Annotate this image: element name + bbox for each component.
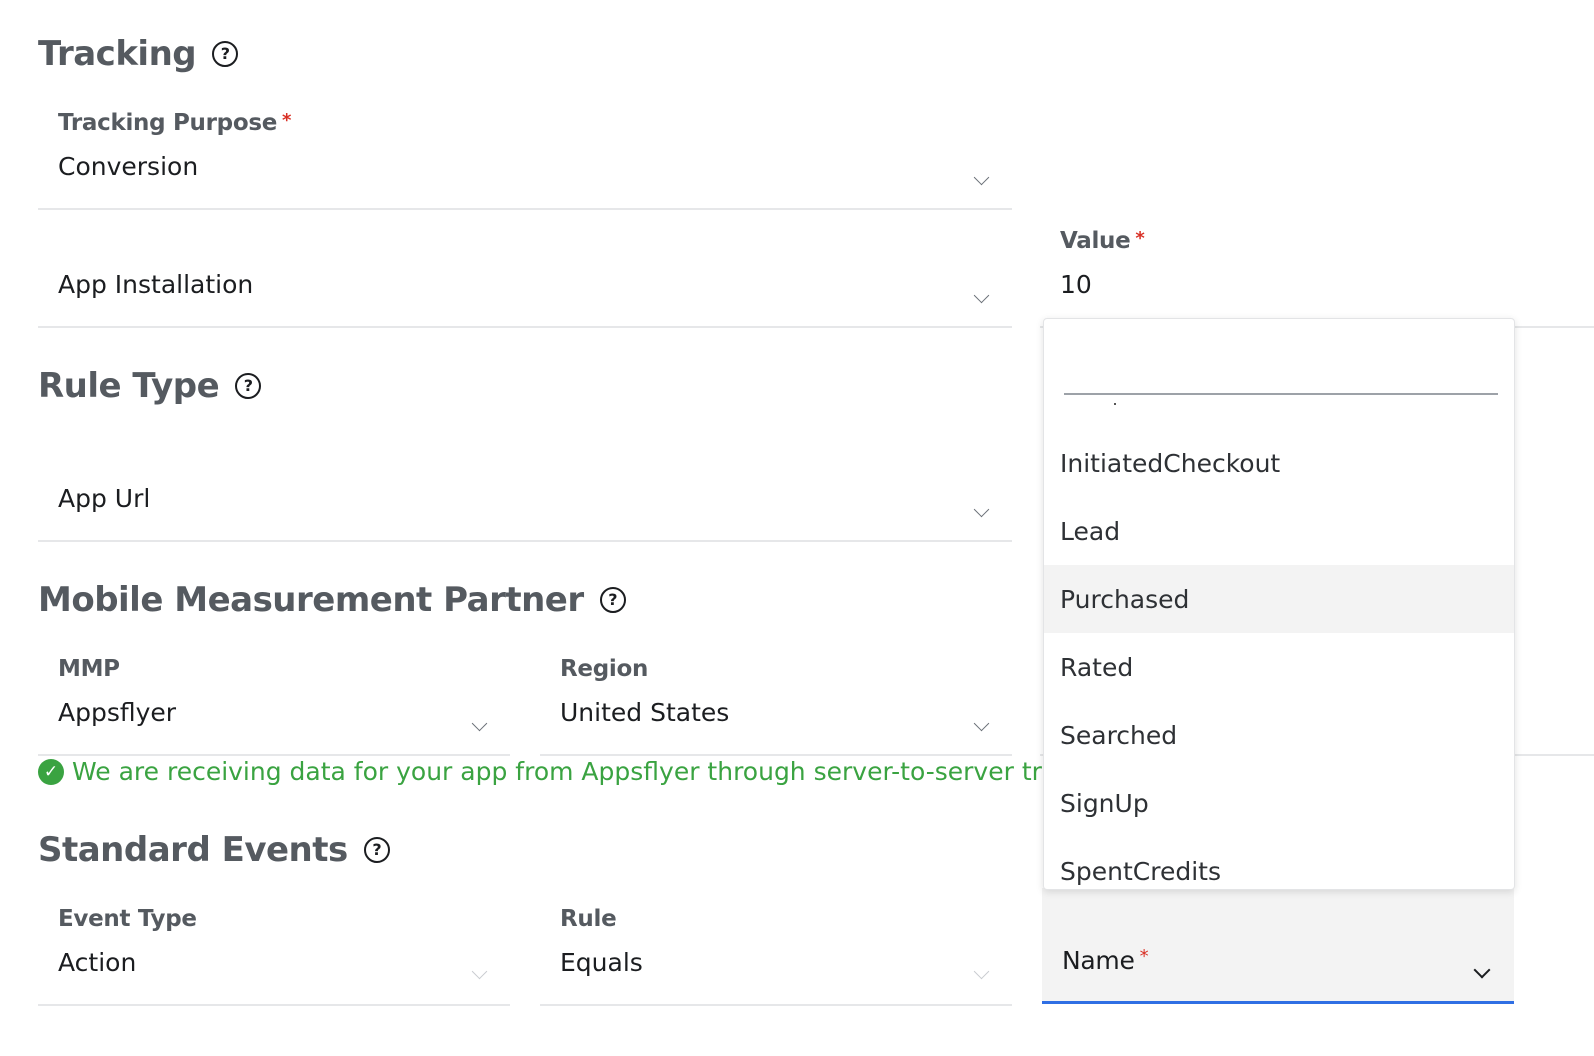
check-circle-icon: ✓ [38,758,64,785]
chevron-down-icon [973,287,990,304]
cursor-dot [1114,403,1116,405]
dropdown-option[interactable]: Searched [1044,701,1514,769]
dropdown-option[interactable]: SpentCredits [1044,837,1514,889]
event-type-label: Event Type [58,906,197,932]
region-value: United States [560,698,730,727]
name-label-text: Name [1062,946,1135,975]
chevron-down-icon [973,715,990,732]
dropdown-search-input[interactable] [1064,339,1498,395]
value-label: Value * [1060,228,1145,254]
success-message-text: We are receiving data for your app from … [72,757,1125,786]
name-dropdown-menu: InitiatedCheckout Lead Purchased Rated S… [1043,318,1515,890]
region-label: Region [560,656,649,682]
mmp-value: Appsflyer [58,698,177,727]
rule-type-value: App Url [58,484,151,513]
chevron-down-icon [973,501,990,518]
help-icon[interactable]: ? [212,41,239,67]
help-icon[interactable]: ? [599,587,626,613]
rule-type-select[interactable]: App Url [38,428,1012,542]
chevron-down-icon [471,715,488,732]
mmp-status-message: ✓ We are receiving data for your app fro… [38,757,1124,786]
mmp-label: MMP [58,656,120,682]
event-type-value: Action [58,948,137,977]
conversion-event-select[interactable]: App Installation [38,214,1012,328]
tracking-purpose-label-text: Tracking Purpose [58,110,278,136]
conversion-event-value: App Installation [58,270,254,299]
value-input-value: 10 [1060,270,1092,299]
chevron-down-icon [1473,961,1491,979]
required-asterisk: * [1135,228,1145,249]
rule-type-title-text: Rule Type [38,366,220,406]
dropdown-option-hovered[interactable]: Purchased [1044,565,1514,633]
required-asterisk: * [1139,946,1149,967]
required-asterisk: * [282,110,292,131]
value-input[interactable]: Value * 10 [1040,214,1594,328]
name-label: Name * [1062,946,1149,975]
chevron-down-icon [471,963,488,980]
dropdown-option[interactable]: InitiatedCheckout [1044,429,1514,497]
dropdown-option[interactable]: Lead [1044,497,1514,565]
tracking-purpose-label: Tracking Purpose * [58,110,291,136]
rule-select[interactable]: Rule Equals [540,892,1012,1006]
tracking-purpose-select[interactable]: Tracking Purpose * Conversion [38,96,1012,210]
region-select[interactable]: Region United States [540,642,1012,756]
section-title-mmp: Mobile Measurement Partner ? [38,580,626,620]
chevron-down-icon [973,963,990,980]
help-icon[interactable]: ? [363,837,390,863]
dropdown-option[interactable]: Rated [1044,633,1514,701]
tracking-title-text: Tracking [38,34,197,74]
mmp-title-text: Mobile Measurement Partner [38,580,584,620]
event-type-select[interactable]: Event Type Action [38,892,510,1006]
section-title-standard-events: Standard Events ? [38,830,390,870]
mmp-select[interactable]: MMP Appsflyer [38,642,510,756]
section-title-tracking: Tracking ? [38,34,239,74]
standard-events-title-text: Standard Events [38,830,348,870]
dropdown-option[interactable]: SignUp [1044,769,1514,837]
name-select[interactable]: Name * [1042,888,1514,1004]
rule-label: Rule [560,906,617,932]
rule-value: Equals [560,948,643,977]
tracking-purpose-value: Conversion [58,152,199,181]
value-label-text: Value [1060,228,1131,254]
section-title-rule-type: Rule Type ? [38,366,262,406]
chevron-down-icon [973,169,990,186]
help-icon[interactable]: ? [235,373,262,399]
